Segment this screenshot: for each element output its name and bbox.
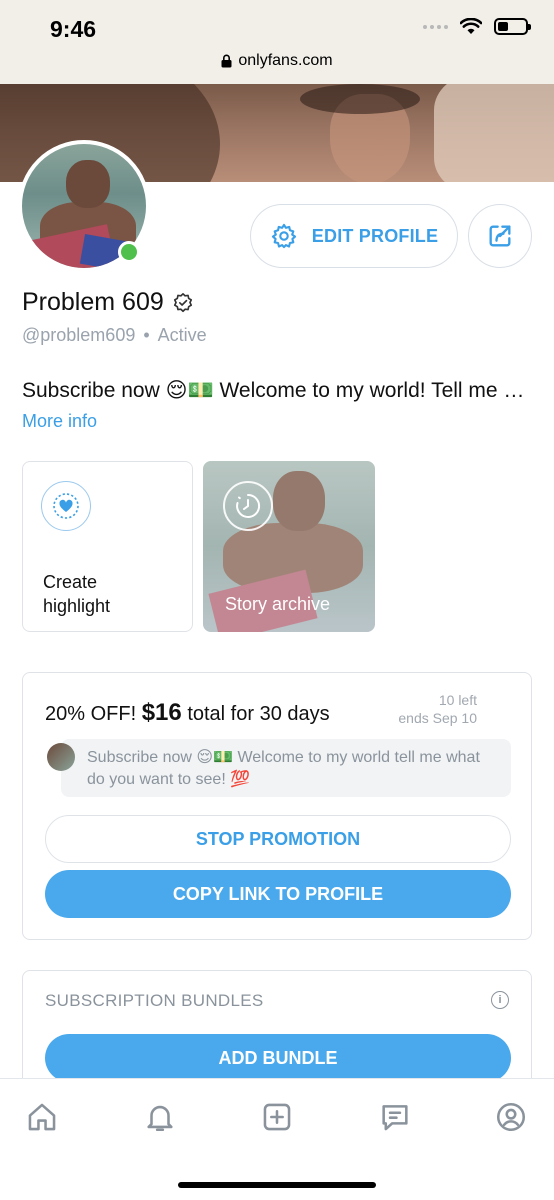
promotion-left: 10 left bbox=[438, 692, 477, 708]
edit-profile-label: EDIT PROFILE bbox=[311, 225, 439, 246]
story-archive-card[interactable]: Story archive bbox=[203, 461, 375, 632]
info-icon[interactable]: i bbox=[491, 991, 509, 1009]
separator-dot: • bbox=[143, 325, 150, 345]
story-archive-label: Story archive bbox=[225, 594, 331, 614]
bell-icon[interactable] bbox=[140, 1097, 180, 1137]
messages-icon[interactable] bbox=[375, 1097, 415, 1137]
profile-bio: Subscribe now 😌💵 Welcome to my world! Te… bbox=[22, 379, 534, 402]
bundles-title: SUBSCRIPTION BUNDLES bbox=[45, 991, 264, 1010]
profile-name-row: Problem 609 bbox=[22, 288, 194, 317]
create-highlight-card[interactable]: Create highlight bbox=[22, 461, 193, 632]
promotion-message: Subscribe now 😌💵 Welcome to my world tel… bbox=[61, 739, 511, 797]
gear-icon bbox=[271, 223, 296, 249]
copy-link-button[interactable]: COPY LINK TO PROFILE bbox=[45, 870, 511, 918]
highlight-heart-icon bbox=[41, 481, 91, 531]
profile-name: Problem 609 bbox=[22, 288, 164, 316]
profile-icon[interactable] bbox=[491, 1097, 531, 1137]
add-bundle-button[interactable]: ADD BUNDLE bbox=[45, 1034, 511, 1082]
edit-profile-button[interactable]: EDIT PROFILE bbox=[250, 204, 458, 268]
url-text: onlyfans.com bbox=[238, 52, 333, 69]
clock-history-icon bbox=[223, 481, 273, 531]
promotion-price: $16 bbox=[141, 699, 182, 726]
lock-icon bbox=[221, 54, 232, 68]
address-bar[interactable]: onlyfans.com bbox=[0, 52, 554, 70]
promotion-ends: ends Sep 10 bbox=[398, 710, 477, 726]
home-icon[interactable] bbox=[22, 1097, 62, 1137]
add-post-icon[interactable] bbox=[257, 1097, 297, 1137]
status-time: 9:46 bbox=[50, 16, 97, 42]
wifi-icon bbox=[460, 18, 482, 34]
promotion-title: 20% OFF! $16 total for 30 days bbox=[45, 699, 330, 726]
online-status-dot bbox=[118, 241, 140, 263]
verified-badge-icon bbox=[173, 292, 192, 312]
home-indicator bbox=[178, 1182, 376, 1188]
profile-handle: @problem609 bbox=[22, 325, 136, 345]
battery-icon bbox=[494, 18, 531, 35]
profile-status: Active bbox=[157, 325, 207, 345]
stop-promotion-button[interactable]: STOP PROMOTION bbox=[45, 815, 511, 863]
browser-top-bar: 9:46 onlyfans.com bbox=[0, 0, 554, 84]
more-info-link[interactable]: More info bbox=[22, 411, 97, 432]
signal-icon bbox=[423, 24, 448, 29]
promotion-meta: 10 left ends Sep 10 bbox=[398, 691, 477, 727]
share-button[interactable] bbox=[468, 204, 532, 268]
status-icons bbox=[423, 18, 531, 35]
create-highlight-label: Create highlight bbox=[43, 572, 111, 616]
handle-row: @problem609 • Active bbox=[22, 325, 207, 346]
promotion-card: 20% OFF! $16 total for 30 days 10 left e… bbox=[22, 672, 532, 940]
promotion-avatar bbox=[47, 743, 75, 771]
share-icon bbox=[489, 225, 511, 247]
